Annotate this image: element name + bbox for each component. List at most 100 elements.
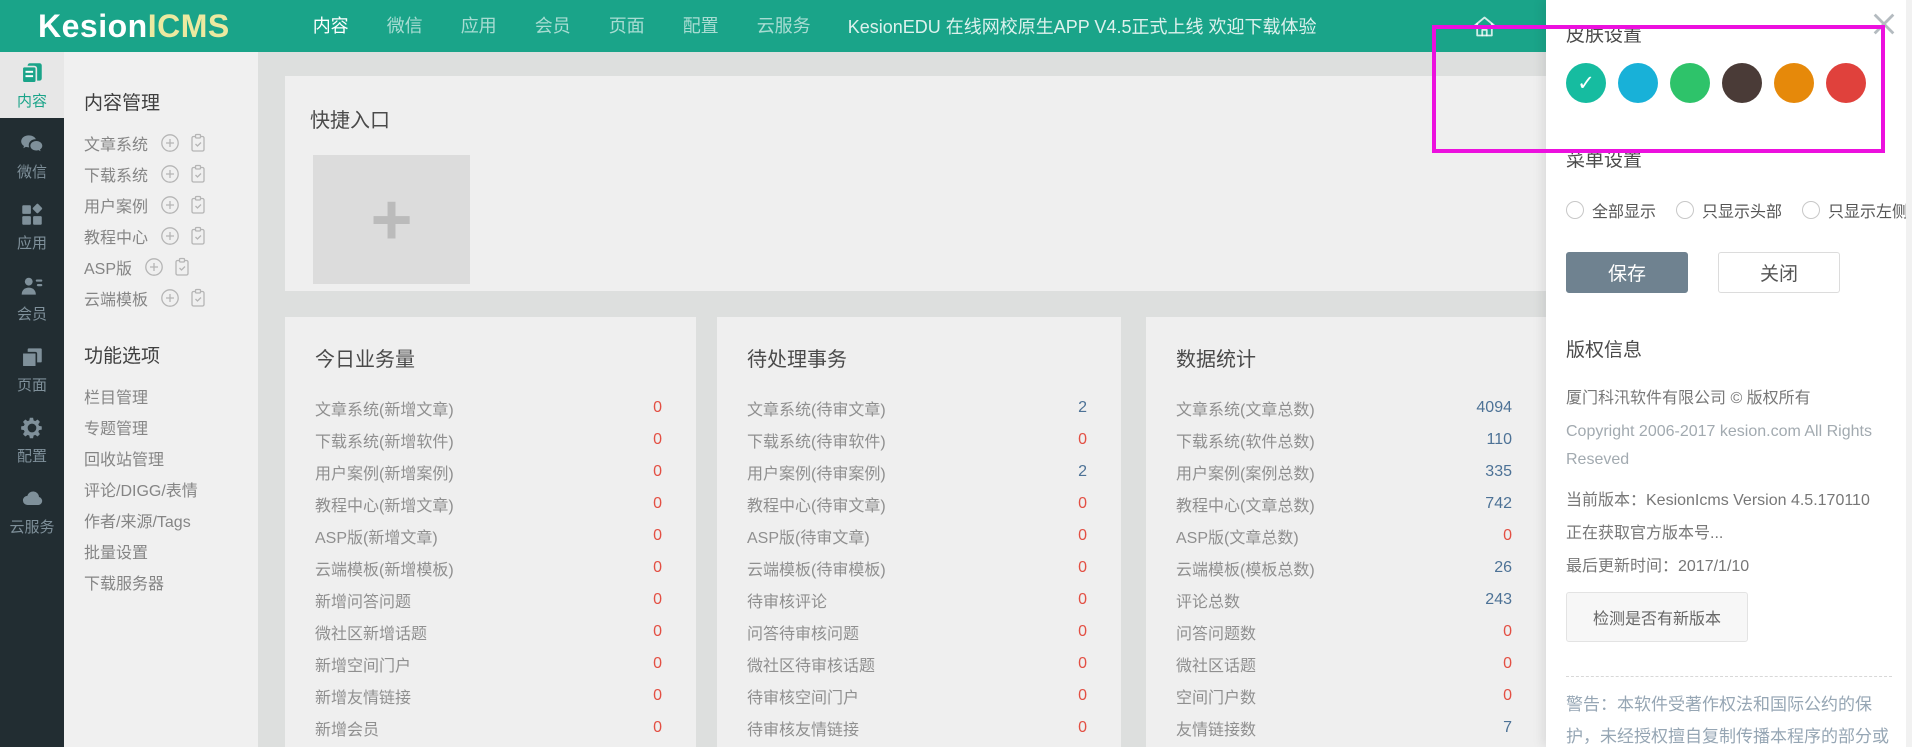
radio-label: 只显示左侧 [1828, 204, 1909, 221]
clipboard-icon[interactable] [188, 288, 208, 308]
check-new-version-button[interactable]: 检测是否有新版本 [1566, 592, 1749, 642]
quick-entry-panel: 快捷入口 + [285, 76, 1546, 291]
stat-label: 云端模板(待审模板) [747, 562, 886, 579]
gear-icon [19, 415, 45, 441]
submenu-item[interactable]: 专题管理 [64, 411, 258, 442]
stat-label: 文章系统(待审文章) [747, 402, 886, 419]
submenu-item[interactable]: 批量设置 [64, 535, 258, 566]
sidebar-item-config[interactable]: 配置 [0, 407, 64, 473]
clipboard-icon[interactable] [172, 257, 192, 277]
stat-value: 0 [653, 559, 662, 576]
scrollbar[interactable] [1906, 0, 1912, 747]
submenu-section-content-manage: 文章系统 下载系统 用户案例 教程中心 ASP版 云端模板 [64, 127, 258, 313]
sidebar-item-wechat[interactable]: 微信 [0, 123, 64, 189]
stat-label: 微社区新增话题 [315, 626, 428, 643]
topnav-item-wechat[interactable]: 微信 [368, 0, 442, 52]
stat-row: 云端模板(新增模板) 0 [285, 552, 696, 584]
topnav-item-member[interactable]: 会员 [516, 0, 590, 52]
menu-display-radio[interactable]: 只显示左侧 [1802, 198, 1908, 222]
stat-value: 4094 [1476, 399, 1512, 416]
announcement-text[interactable]: KesionEDU 在线网校原生APP V4.5正式上线 欢迎下载体验 [848, 13, 1317, 39]
clipboard-icon[interactable] [188, 226, 208, 246]
stat-value: 0 [1078, 591, 1087, 608]
add-circle-icon[interactable] [160, 226, 180, 246]
stat-row: 待审核友情链接 0 [717, 712, 1121, 744]
skin-color-swatch[interactable] [1722, 63, 1762, 103]
topnav-item-apps[interactable]: 应用 [442, 0, 516, 52]
topnav-item-content[interactable]: 内容 [294, 0, 368, 52]
add-circle-icon[interactable] [144, 257, 164, 277]
submenu-item[interactable]: 下载系统 [64, 158, 258, 189]
close-icon[interactable] [1870, 10, 1898, 38]
sidebar-item-cloud[interactable]: 云服务 [0, 478, 64, 544]
submenu-item[interactable]: 回收站管理 [64, 442, 258, 473]
icon-sidebar: 内容 微信 应用 会员 页面 配置 云服务 [0, 52, 64, 747]
stat-value: 0 [653, 623, 662, 640]
skin-color-swatch[interactable] [1566, 63, 1606, 103]
skin-color-swatches [1566, 63, 1892, 103]
panel-title: 数据统计 [1176, 349, 1256, 371]
save-button[interactable]: 保存 [1566, 252, 1688, 293]
sidebar-item-apps[interactable]: 应用 [0, 194, 64, 260]
stat-value: 0 [653, 399, 662, 416]
home-icon[interactable] [1471, 13, 1498, 40]
add-circle-icon[interactable] [160, 164, 180, 184]
add-quick-entry-button[interactable]: + [313, 155, 470, 284]
copyright-title: 版权信息 [1566, 340, 1643, 361]
skin-color-swatch[interactable] [1826, 63, 1866, 103]
submenu-item-label: 回收站管理 [84, 451, 165, 469]
clipboard-icon[interactable] [188, 133, 208, 153]
stat-label: 待审核评论 [747, 594, 828, 611]
submenu-item[interactable]: 作者/来源/Tags [64, 504, 258, 535]
stat-label: 云端模板(新增模板) [315, 562, 454, 579]
submenu-item[interactable]: 用户案例 [64, 189, 258, 220]
close-button[interactable]: 关闭 [1718, 252, 1840, 293]
stat-row: 下载系统(软件总数) 110 [1146, 424, 1546, 456]
skin-color-swatch[interactable] [1774, 63, 1814, 103]
submenu-item[interactable]: 栏目管理 [64, 380, 258, 411]
content-icon [19, 60, 45, 86]
stat-row: 教程中心(文章总数) 742 [1146, 488, 1546, 520]
submenu-item-label: 文章系统 [84, 136, 149, 154]
radio-circle-icon [1676, 201, 1695, 219]
add-circle-icon[interactable] [160, 133, 180, 153]
topnav-item-cloud[interactable]: 云服务 [738, 0, 830, 52]
stat-value: 110 [1486, 431, 1512, 448]
stat-row: 文章系统(新增文章) 0 [285, 392, 696, 424]
sidebar-item-pages[interactable]: 页面 [0, 336, 64, 402]
menu-display-radio[interactable]: 全部显示 [1566, 198, 1656, 222]
sidebar-item-label: 配置 [16, 447, 47, 465]
add-circle-icon[interactable] [160, 288, 180, 308]
radio-circle-icon [1802, 201, 1821, 219]
stat-label: 下载系统(软件总数) [1176, 434, 1315, 451]
menu-display-radio[interactable]: 只显示头部 [1676, 198, 1782, 222]
top-bar: KesionICMS 内容 微信 应用 会员 页面 配置 云服务 KesionE… [0, 0, 1546, 52]
stat-row: 新增空间门户 0 [285, 648, 696, 680]
submenu-item[interactable]: 评论/DIGG/表情 [64, 473, 258, 504]
stat-value: 2 [1078, 399, 1087, 416]
stat-row: 友情链接数 7 [1146, 712, 1546, 744]
clipboard-icon[interactable] [188, 195, 208, 215]
stat-value: 0 [1078, 655, 1087, 672]
skin-color-swatch[interactable] [1670, 63, 1710, 103]
sidebar-item-content[interactable]: 内容 [0, 52, 64, 118]
topnav-item-config[interactable]: 配置 [664, 0, 738, 52]
add-circle-icon[interactable] [160, 195, 180, 215]
stat-row: ASP版(文章总数) 0 [1146, 520, 1546, 552]
stat-row: 新增友情链接 0 [285, 680, 696, 712]
submenu-item-label: 专题管理 [84, 420, 149, 438]
submenu-item[interactable]: 教程中心 [64, 220, 258, 251]
stat-label: 下载系统(待审软件) [747, 434, 886, 451]
clipboard-icon[interactable] [188, 164, 208, 184]
submenu-item[interactable]: 云端模板 [64, 282, 258, 313]
panel-data-statistics: 数据统计 文章系统(文章总数) 4094 下载系统(软件总数) 110 用户案例… [1146, 317, 1546, 747]
stat-row: 教程中心(新增文章) 0 [285, 488, 696, 520]
sidebar-item-member[interactable]: 会员 [0, 265, 64, 331]
submenu-item-label: 用户案例 [84, 198, 149, 216]
submenu-item[interactable]: ASP版 [64, 251, 258, 282]
submenu-item[interactable]: 文章系统 [64, 127, 258, 158]
stat-value: 0 [1078, 559, 1087, 576]
submenu-item[interactable]: 下载服务器 [64, 566, 258, 597]
topnav-item-pages[interactable]: 页面 [590, 0, 664, 52]
skin-color-swatch[interactable] [1618, 63, 1658, 103]
